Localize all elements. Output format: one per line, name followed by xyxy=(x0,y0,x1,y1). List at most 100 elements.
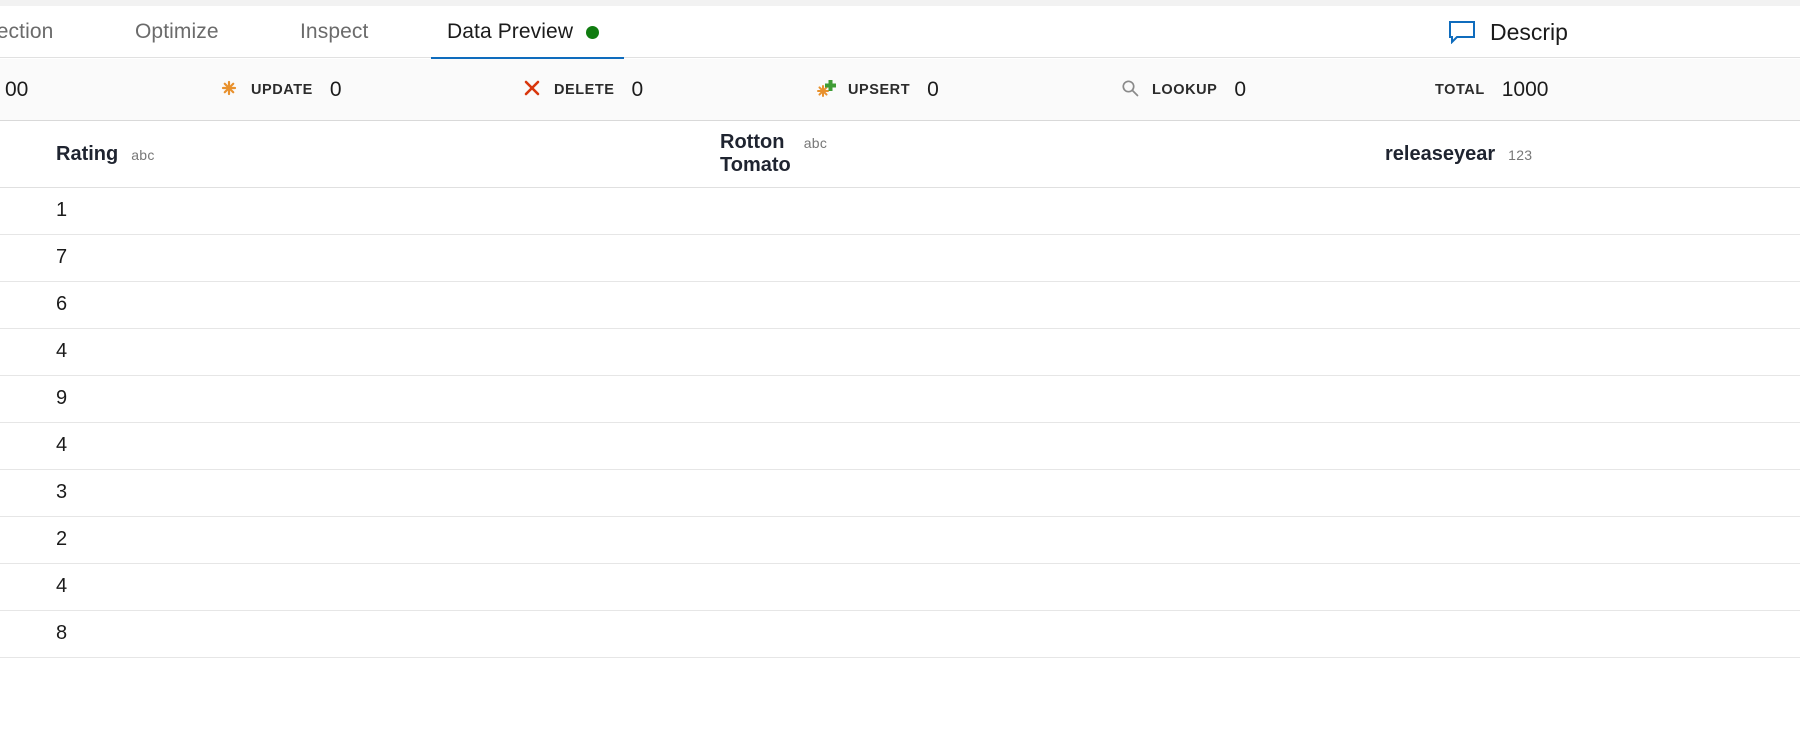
table-body: 15420197/partdata/releaseyear=2019/…7802… xyxy=(0,187,1800,658)
table-cell: 7 xyxy=(1080,563,1440,611)
magnifier-icon xyxy=(1119,77,1141,104)
table-cell: 2019 xyxy=(720,516,1080,564)
table-cell: 54 xyxy=(360,187,720,235)
stat-update: UPDATE 0 xyxy=(218,59,342,121)
stat-label: TOTAL xyxy=(1435,82,1485,98)
table-cell: 2019 xyxy=(720,234,1080,282)
table-cell: /partdata/releaseyear=2019/… xyxy=(1440,375,1800,423)
table-cell: 59 xyxy=(360,422,720,470)
stat-total: TOTAL 1000 xyxy=(1424,59,1548,121)
stat-value: 00 xyxy=(5,78,29,101)
stat-value: 0 xyxy=(631,78,644,101)
stat-label: UPSERT xyxy=(848,82,911,98)
table-cell: 6 xyxy=(0,281,360,329)
data-preview-screen: jection Optimize Inspect Data Preview Descr… xyxy=(0,0,1800,751)
column-header-label: Rating xyxy=(56,142,119,165)
stat-value: 0 xyxy=(927,78,939,101)
table-cell: /partdata/releaseyear=2019/… xyxy=(1440,187,1800,235)
table-cell: 7 xyxy=(1080,187,1440,235)
table-cell: 7 xyxy=(1080,234,1440,282)
table-cell: 82 xyxy=(360,328,720,376)
table-cell: 92 xyxy=(360,375,720,423)
data-preview-table-container[interactable]: RatingabcRotton Tomatoabcreleaseyear123M… xyxy=(0,122,1800,751)
table-row[interactable]: 99220197/partdata/releaseyear=2019/… xyxy=(0,375,1800,423)
table-row[interactable]: 26320197/partdata/releaseyear=2019/… xyxy=(0,516,1800,564)
stat-insert: 00 xyxy=(0,59,28,121)
table-cell: 92 xyxy=(360,281,720,329)
table-cell: 2019 xyxy=(720,187,1080,235)
tab-label: Data Preview xyxy=(447,20,574,43)
table-cell: 2 xyxy=(0,516,360,564)
table-cell: 50 xyxy=(360,610,720,658)
description-button[interactable]: Descrip xyxy=(1448,6,1568,58)
table-row[interactable]: 48220197/partdata/releaseyear=2019/… xyxy=(0,328,1800,376)
table-cell: 1 xyxy=(0,187,360,235)
stat-value: 0 xyxy=(329,78,342,101)
table-cell: 4 xyxy=(0,563,360,611)
column-header-rotton-tomato[interactable]: Rotton Tomato abc xyxy=(360,122,827,188)
table-cell: 7 xyxy=(0,234,360,282)
table-cell: /partdata/releaseyear=2019/… xyxy=(1440,328,1800,376)
table-cell: 2019 xyxy=(720,375,1080,423)
table-row[interactable]: 15420197/partdata/releaseyear=2019/… xyxy=(0,187,1800,235)
table-row[interactable]: 85020197/partdata/releaseyear=2019/… xyxy=(0,610,1800,658)
table-cell: /partdata/releaseyear=2019/… xyxy=(1440,516,1800,564)
table-cell: 2019 xyxy=(720,469,1080,517)
tab-inspect[interactable]: Inspect xyxy=(300,6,368,58)
data-preview-table: RatingabcRotton Tomatoabcreleaseyear123M… xyxy=(0,122,1800,658)
table-cell: 7 xyxy=(1080,375,1440,423)
tab-optimize[interactable]: Optimize xyxy=(135,6,219,58)
column-header-label: releaseyear xyxy=(1385,142,1496,165)
table-row[interactable]: 38320197/partdata/releaseyear=2019/… xyxy=(0,469,1800,517)
row-stats-bar: 00 UPDATE 0 DELETE 0 UPSERT 0 LOOKUP 0 TOTAL 1000 xyxy=(0,59,1800,121)
table-cell: /partdata/releaseyear=2019/… xyxy=(1440,234,1800,282)
stat-upsert: UPSERT 0 xyxy=(815,59,939,121)
tab-label: Optimize xyxy=(135,20,219,43)
table-cell: 3 xyxy=(0,469,360,517)
stat-lookup: LOOKUP 0 xyxy=(1119,59,1246,121)
column-type-tag: abc xyxy=(131,146,155,163)
table-cell: 8 xyxy=(0,610,360,658)
description-button-label: Descrip xyxy=(1490,18,1568,45)
table-cell: /partdata/releaseyear=2019/… xyxy=(1440,281,1800,329)
table-cell: /partdata/releaseyear=2019/… xyxy=(1440,469,1800,517)
stat-value: 1000 xyxy=(1501,78,1549,101)
tab-data-preview[interactable]: Data Preview xyxy=(447,6,600,58)
table-cell: 2019 xyxy=(720,281,1080,329)
column-header-rating[interactable]: Rating abc xyxy=(0,122,360,188)
comment-icon xyxy=(1448,20,1476,44)
table-cell: 80 xyxy=(360,234,720,282)
table-cell: 63 xyxy=(360,563,720,611)
table-cell: 4 xyxy=(0,328,360,376)
table-row[interactable]: 69220197/partdata/releaseyear=2019/… xyxy=(0,281,1800,329)
asterisk-plus-icon xyxy=(815,77,837,104)
tab-label: Inspect xyxy=(300,20,369,43)
column-type-tag: abc xyxy=(803,135,828,152)
table-row[interactable]: 45920197/partdata/releaseyear=2019/… xyxy=(0,422,1800,470)
table-cell: /partdata/releaseyear=2019/… xyxy=(1440,610,1800,658)
column-type-tag: 123 xyxy=(1508,146,1533,163)
table-cell: 7 xyxy=(1080,328,1440,376)
table-header: RatingabcRotton Tomatoabcreleaseyear123M… xyxy=(0,122,1800,188)
table-cell: /partdata/releaseyear=2019/… xyxy=(1440,563,1800,611)
stat-value: 0 xyxy=(1234,78,1247,101)
table-cell: 4 xyxy=(0,422,360,470)
table-cell: 2019 xyxy=(720,328,1080,376)
table-row[interactable]: 46320197/partdata/releaseyear=2019/… xyxy=(0,563,1800,611)
table-header-row: RatingabcRotton Tomatoabcreleaseyear123M… xyxy=(0,122,1800,188)
tab-jection[interactable]: jection xyxy=(0,6,53,58)
stat-delete: DELETE 0 xyxy=(521,59,643,121)
table-cell: 2019 xyxy=(720,563,1080,611)
table-cell: 7 xyxy=(1080,281,1440,329)
table-row[interactable]: 78020197/partdata/releaseyear=2019/… xyxy=(0,234,1800,282)
stat-label: UPDATE xyxy=(251,82,313,98)
table-cell: 63 xyxy=(360,516,720,564)
stat-label: DELETE xyxy=(554,82,615,98)
x-icon xyxy=(521,77,543,104)
table-cell: 2019 xyxy=(720,422,1080,470)
asterisk-icon xyxy=(218,77,240,104)
column-header-label: Rotton Tomato xyxy=(720,131,791,177)
table-cell: 7 xyxy=(1080,422,1440,470)
tab-label: jection xyxy=(0,20,54,43)
stat-label: LOOKUP xyxy=(1152,82,1218,98)
